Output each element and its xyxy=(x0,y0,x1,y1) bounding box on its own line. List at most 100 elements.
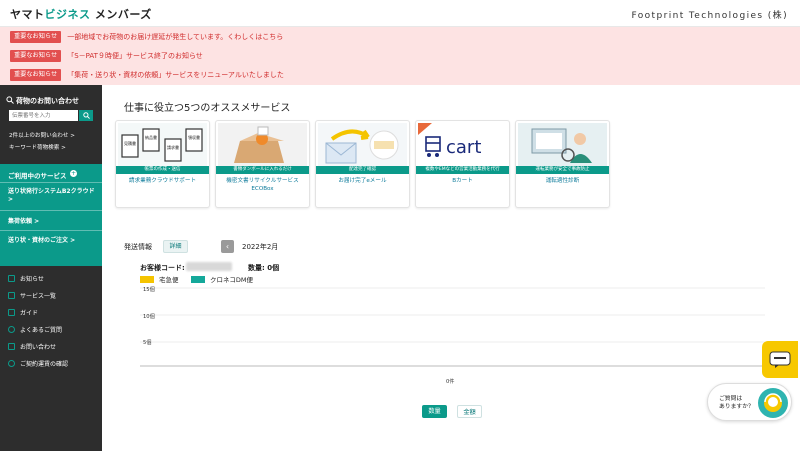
card-band: 帳票の作成・送信 xyxy=(116,166,209,174)
envelope-icon xyxy=(8,275,15,282)
alert-tag: 重要なお知らせ xyxy=(10,69,62,81)
search-icon xyxy=(82,112,90,119)
help-text: ご質問は ありますか？ xyxy=(719,395,754,411)
nav-label: お問い合わせ xyxy=(20,344,57,351)
settings-icon[interactable]: + xyxy=(70,170,77,177)
card-title: 機密文書リサイクルサービス ECOBox xyxy=(226,178,299,192)
nav-label: ご契約運賃の確認 xyxy=(20,361,69,368)
prev-month-button[interactable]: ‹ xyxy=(221,240,234,253)
sidebar: 荷物のお問い合わせ 2件以上のお問い合わせ > キーワード荷物検索 > ご利用中… xyxy=(0,85,102,451)
legend-label: 宅急便 xyxy=(159,276,179,284)
tracking-search-button[interactable] xyxy=(79,110,93,121)
card-band: 配達完了確認 xyxy=(316,166,409,174)
shipment-chart xyxy=(140,287,765,367)
alert-message[interactable]: 一部地域でお荷物のお届け遅延が発生しています。くわしくはこちら xyxy=(67,32,283,42)
top-header: ヤマトビジネス メンバーズ Footprint Technologies (株) xyxy=(0,0,800,27)
nav-contact[interactable]: お問い合わせ xyxy=(8,342,56,351)
documents-icon: 見積書 納品書 請求書 領収書 xyxy=(118,123,207,166)
nav-service-list[interactable]: サービス一覧 xyxy=(8,291,56,300)
site-logo[interactable]: ヤマトビジネス メンバーズ xyxy=(10,6,152,22)
card-title: お届け完了eメール xyxy=(338,178,387,184)
nav-rate-check[interactable]: ご契約運賃の確認 xyxy=(8,359,68,368)
card-band: 複数やEMなどの営業活動業務を代行 xyxy=(416,166,509,174)
nav-label: ガイド xyxy=(20,310,39,317)
line-chat-icon xyxy=(769,351,791,368)
logo-prefix: ヤマト xyxy=(10,8,45,21)
legend-item-dm[interactable]: クロネコDM便 xyxy=(191,274,253,284)
nav-faq[interactable]: よくあるご質問 xyxy=(8,325,62,334)
alert-tag: 重要なお知らせ xyxy=(10,50,62,62)
service-card-driver-test[interactable]: 運転業務が安全で事故防止 運転適性診断 xyxy=(515,120,610,208)
doc-label: 領収書 xyxy=(188,134,200,140)
legend-swatch xyxy=(191,275,205,283)
alert-tag: 重要なお知らせ xyxy=(10,31,62,43)
service-link-pickup[interactable]: 集荷依頼 > xyxy=(8,218,96,226)
cart-logo-text: cart xyxy=(446,137,481,158)
cart-logo-icon: cart xyxy=(418,123,481,158)
card-image: 見積書 納品書 請求書 領収書 xyxy=(118,123,207,166)
nav-news[interactable]: お知らせ xyxy=(8,274,44,283)
alert-item[interactable]: 重要なお知らせ 「S－PAT９時便」サービス終了のお知らせ xyxy=(10,50,203,62)
envelope-icon xyxy=(318,123,407,166)
alert-message[interactable]: 「集荷・送り状・資材の依頼」サービスをリニューアルいたしました xyxy=(67,70,284,80)
amount-toggle-button[interactable]: 金額 xyxy=(457,405,482,418)
mail-icon xyxy=(8,343,15,350)
search-icon xyxy=(6,96,14,104)
card-image xyxy=(218,123,307,166)
multi-tracking-link[interactable]: 2件以上のお問い合わせ > xyxy=(9,131,75,139)
divider xyxy=(0,210,102,211)
driver-icon xyxy=(518,123,607,166)
help-text-line: ありますか？ xyxy=(719,404,754,410)
service-link-supplies[interactable]: 送り状・資材のご注文 > xyxy=(8,237,96,245)
yen-icon xyxy=(8,360,15,367)
divider xyxy=(0,230,102,231)
logo-accent: ビジネス xyxy=(44,8,91,21)
service-card-ecobox[interactable]: 書類ダンボールに入れるだけ 機密文書リサイクルサービス ECOBox xyxy=(215,120,310,208)
divider xyxy=(0,182,102,183)
card-band: 書類ダンボールに入れるだけ xyxy=(216,166,309,174)
keyword-search-link[interactable]: キーワード荷物検索 > xyxy=(9,143,66,151)
card-title: Bカート xyxy=(452,178,473,184)
chat-widget-button[interactable] xyxy=(762,341,798,378)
doc-label: 見積書 xyxy=(124,140,136,146)
list-icon xyxy=(8,292,15,299)
nav-guide[interactable]: ガイド xyxy=(8,308,38,317)
logo-suffix: メンバーズ xyxy=(90,8,152,21)
service-card-invoice[interactable]: 見積書 納品書 請求書 領収書 帳票の作成・送信 請求業務クラウドサポート xyxy=(115,120,210,208)
nav-label: サービス一覧 xyxy=(20,293,57,300)
nav-label: お知らせ xyxy=(20,276,44,283)
y-tick-label: 15個 xyxy=(143,287,155,293)
current-month: 2022年2月 xyxy=(242,243,279,251)
nav-label: よくあるご質問 xyxy=(20,327,63,334)
quantity-toggle-button[interactable]: 数量 xyxy=(422,405,447,418)
customer-code-label: お客様コード: xyxy=(140,264,185,272)
alert-item[interactable]: 重要なお知らせ 一部地域でお荷物のお届け遅延が発生しています。くわしくはこちら xyxy=(10,31,283,43)
help-chat-widget[interactable]: ご質問は ありますか？ xyxy=(707,383,792,421)
y-tick-label: 10個 xyxy=(143,314,155,320)
alert-message[interactable]: 「S－PAT９時便」サービス終了のお知らせ xyxy=(67,51,203,61)
card-image xyxy=(518,123,607,166)
section-title: 仕事に役立つ5つのオススメサービス xyxy=(124,103,291,114)
company-name[interactable]: Footprint Technologies (株) xyxy=(631,8,788,21)
service-link-b2cloud[interactable]: 送り状発行システムB2クラウド > xyxy=(8,188,96,204)
detail-button[interactable]: 詳細 xyxy=(163,240,188,253)
alert-banner: 重要なお知らせ 一部地域でお荷物のお届け遅延が発生しています。くわしくはこちら … xyxy=(0,27,800,85)
box-icon xyxy=(218,123,307,166)
book-icon xyxy=(8,309,15,316)
card-title: 請求業務クラウドサポート xyxy=(128,178,197,184)
services-heading: ご利用中のサービス xyxy=(8,172,67,180)
operator-avatar xyxy=(758,388,788,418)
service-card-delivery-mail[interactable]: 配達完了確認 お届け完了eメール xyxy=(315,120,410,208)
legend-swatch xyxy=(140,275,154,283)
tracking-number-input[interactable] xyxy=(9,110,78,121)
y-tick-label: 5個 xyxy=(143,340,152,346)
services-panel: ご利用中のサービス + 送り状発行システムB2クラウド > 集荷依頼 > 送り状… xyxy=(0,164,102,266)
legend-item-takkyubin[interactable]: 宅急便 xyxy=(140,274,179,284)
shipment-title: 発送情報 xyxy=(124,243,152,251)
customer-code-redacted xyxy=(186,262,232,271)
service-card-bcart[interactable]: cart 複数やEMなどの営業活動業務を代行 Bカート xyxy=(415,120,510,208)
card-title: 運転適性診断 xyxy=(545,178,580,184)
tracking-title: 荷物のお問い合わせ xyxy=(16,97,79,105)
legend-label: クロネコDM便 xyxy=(210,276,253,284)
alert-item[interactable]: 重要なお知らせ 「集荷・送り状・資材の依頼」サービスをリニューアルいたしました xyxy=(10,69,284,81)
